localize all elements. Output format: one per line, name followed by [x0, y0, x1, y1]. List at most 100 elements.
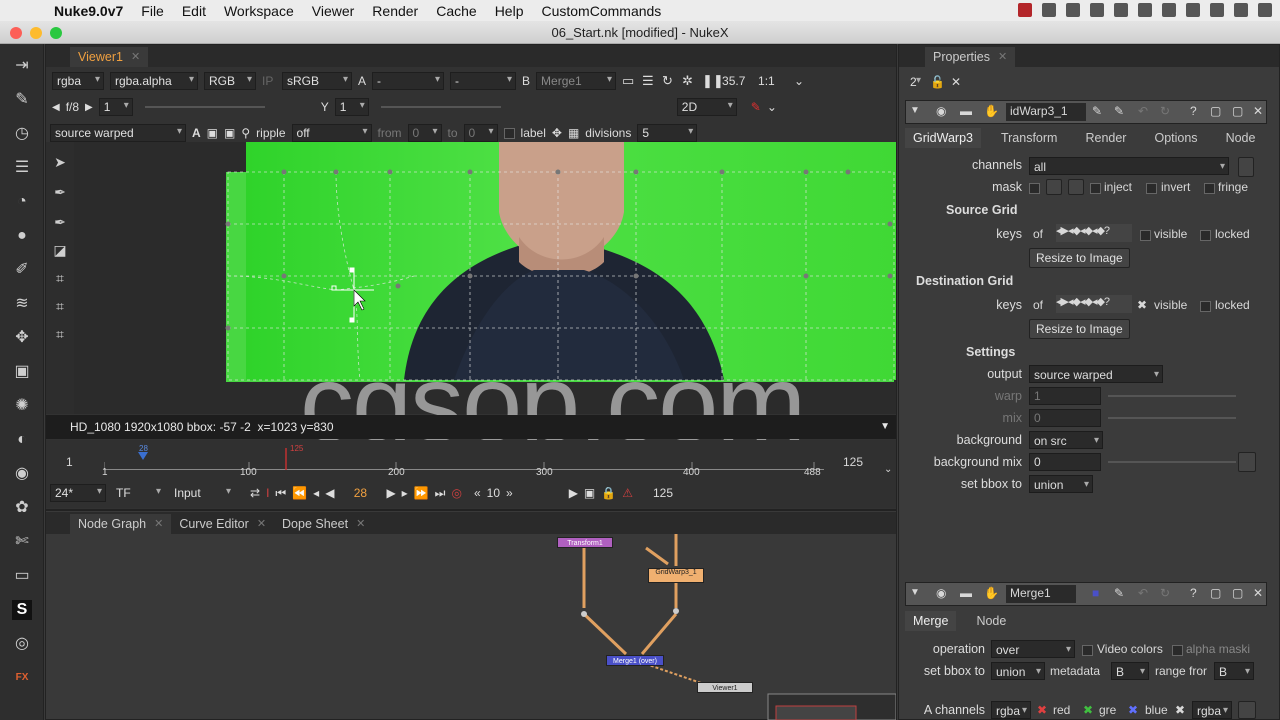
- lock-icon[interactable]: 🔒: [601, 486, 616, 500]
- last-frame-icon[interactable]: ⏭: [435, 486, 446, 501]
- zoom-window-button[interactable]: [50, 27, 62, 39]
- other-nodes-icon[interactable]: ▭: [12, 566, 32, 586]
- node-hand-icon[interactable]: ✋: [984, 104, 999, 118]
- menu-help[interactable]: Help: [495, 3, 524, 19]
- mix-field[interactable]: 0: [1029, 409, 1101, 427]
- node-color-icon[interactable]: ▬: [960, 104, 972, 118]
- redo-icon[interactable]: ↻: [1160, 586, 1170, 600]
- battery-icon[interactable]: [1186, 3, 1200, 17]
- curve-button[interactable]: [1238, 452, 1256, 472]
- range-dropdown[interactable]: Input: [170, 485, 234, 501]
- lock-panels-icon[interactable]: 🔓: [930, 75, 945, 89]
- shake-nodes-icon[interactable]: S: [12, 600, 32, 620]
- close-tab-icon[interactable]: ✕: [257, 514, 266, 534]
- gain-slider[interactable]: [144, 106, 265, 108]
- fstop-value[interactable]: f/8: [66, 100, 79, 114]
- background-dropdown[interactable]: on src: [1029, 431, 1103, 449]
- grid-subdivide-icon[interactable]: ⌗: [50, 324, 70, 344]
- ripple-dropdown[interactable]: off: [291, 124, 372, 142]
- tray-icon[interactable]: [1162, 3, 1176, 17]
- gain-field[interactable]: 1: [98, 98, 133, 116]
- from-field[interactable]: 0: [407, 124, 442, 142]
- grid-select-icon[interactable]: ▣: [224, 126, 235, 140]
- step-forward-icon[interactable]: »: [506, 486, 513, 500]
- green-channel-checkbox[interactable]: ✖: [1083, 703, 1093, 717]
- edit-icon[interactable]: ✎: [1114, 104, 1124, 118]
- time-nodes-icon[interactable]: ◷: [12, 124, 32, 144]
- close-window-button[interactable]: [10, 27, 22, 39]
- menu-workspace[interactable]: Workspace: [224, 3, 294, 19]
- node-gridwarp3-1[interactable]: GridWarp3_1: [648, 568, 704, 583]
- 3d-nodes-icon[interactable]: ▣: [12, 362, 32, 382]
- loop-icon[interactable]: ⇄: [250, 486, 260, 500]
- tab-merge-node[interactable]: Node: [968, 611, 1014, 631]
- lut-dropdown[interactable]: sRGB: [282, 72, 352, 90]
- bluetooth-icon[interactable]: [1234, 3, 1248, 17]
- play-backward-icon[interactable]: ◀: [325, 486, 334, 500]
- close-panel-icon[interactable]: ✕: [1253, 586, 1263, 600]
- fstop-prev-icon[interactable]: ◀: [52, 102, 60, 113]
- select-tool-icon[interactable]: ➤: [50, 152, 70, 172]
- channels-dropdown[interactable]: rgba: [52, 72, 104, 90]
- grid-add-icon[interactable]: ⌗: [50, 296, 70, 316]
- close-tab-icon[interactable]: ✕: [154, 514, 163, 534]
- fringe-checkbox[interactable]: [1204, 181, 1215, 195]
- tab-merge[interactable]: Merge: [905, 611, 957, 631]
- tab-properties[interactable]: Properties ✕: [925, 47, 1016, 67]
- close-tab-icon[interactable]: ✕: [998, 47, 1007, 67]
- collapse-icon[interactable]: ▼: [910, 587, 920, 598]
- tab-node-graph[interactable]: Node Graph ✕: [70, 514, 172, 534]
- pause-icon[interactable]: ❚❚: [702, 73, 724, 89]
- a-input-dropdown[interactable]: -: [372, 72, 445, 90]
- time-machine-icon[interactable]: [1210, 3, 1224, 17]
- text-tool-icon[interactable]: A: [192, 126, 201, 140]
- range-from-dropdown[interactable]: B: [1214, 662, 1254, 680]
- menu-cache[interactable]: Cache: [436, 3, 476, 19]
- tab-dope-sheet[interactable]: Dope Sheet ✕: [274, 514, 373, 534]
- menu-edit[interactable]: Edit: [182, 3, 206, 19]
- tray-icon[interactable]: [1090, 3, 1104, 17]
- mask-channel-button[interactable]: [1046, 179, 1062, 195]
- step-back-icon[interactable]: «: [474, 486, 481, 500]
- channel-options-button[interactable]: [1238, 157, 1254, 177]
- in-point-icon[interactable]: I: [266, 486, 269, 500]
- gamma-slider[interactable]: [380, 106, 501, 108]
- first-frame-icon[interactable]: ⏮: [275, 486, 286, 501]
- node-tile-color-icon[interactable]: ■: [1092, 586, 1099, 600]
- redo-icon[interactable]: ↻: [1160, 104, 1170, 118]
- close-tab-icon[interactable]: ✕: [131, 47, 140, 67]
- node-viewer1[interactable]: Viewer1: [697, 682, 753, 693]
- prev-keyframe-icon[interactable]: ⏪: [292, 486, 307, 500]
- mix-slider[interactable]: [1108, 417, 1236, 419]
- furnace-icon[interactable]: ◎: [12, 634, 32, 654]
- timeline-menu-icon[interactable]: ⌄: [884, 464, 892, 475]
- node-hand-icon[interactable]: ✋: [984, 586, 999, 600]
- close-panel-icon[interactable]: ✕: [1253, 104, 1263, 118]
- channels-dropdown[interactable]: all: [1029, 157, 1229, 175]
- invert-checkbox[interactable]: [1146, 181, 1157, 195]
- minimize-window-button[interactable]: [30, 27, 42, 39]
- divisions-icon[interactable]: ▦: [568, 126, 579, 140]
- source-visible-checkbox[interactable]: [1140, 228, 1151, 242]
- menu-customcommands[interactable]: CustomCommands: [541, 3, 661, 19]
- drive-icon[interactable]: [1066, 3, 1080, 17]
- add-point-tool-icon[interactable]: ✒: [50, 182, 70, 202]
- inject-checkbox[interactable]: [1090, 181, 1101, 195]
- view-mode-dropdown[interactable]: 2D: [676, 98, 737, 116]
- node-color-icon[interactable]: ▬: [960, 586, 972, 600]
- app-menu[interactable]: Nuke9.0v7: [54, 3, 123, 19]
- menu-file[interactable]: File: [141, 3, 164, 19]
- image-nodes-icon[interactable]: ⇥: [12, 56, 32, 76]
- b-channels-dropdown[interactable]: rgba: [1192, 701, 1232, 719]
- next-frame-icon[interactable]: ▸: [402, 486, 408, 500]
- pick-icon[interactable]: ⚲: [241, 126, 250, 140]
- tray-icon[interactable]: [1114, 3, 1128, 17]
- merge-nodes-icon[interactable]: ≋: [12, 294, 32, 314]
- gamma-field[interactable]: 1: [334, 98, 369, 116]
- warp-slider[interactable]: [1108, 395, 1236, 397]
- warp-field[interactable]: 1: [1029, 387, 1101, 405]
- fps-dropdown[interactable]: 24*: [50, 484, 106, 502]
- dropbox-icon[interactable]: [1042, 3, 1056, 17]
- lines-icon[interactable]: ☰: [642, 73, 656, 89]
- label-checkbox[interactable]: [503, 127, 515, 139]
